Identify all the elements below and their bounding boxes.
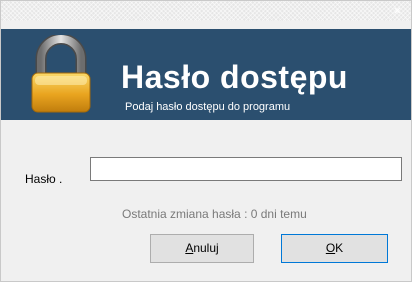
dialog-title: Hasło dostępu [121,59,348,95]
ok-label: K [335,241,344,255]
password-input[interactable] [90,157,402,181]
title-bar[interactable]: × [1,1,411,21]
close-icon[interactable]: × [393,3,401,19]
header-banner: Hasło dostępu Podaj hasło dostępu do pro… [1,29,411,120]
padlock-icon [31,35,91,113]
cancel-button[interactable]: Anuluj [150,234,254,263]
last-change-info: Ostatnia zmiana hasła : 0 dni temu [122,207,307,221]
password-dialog: × Hasło dostępu Podaj hasło dostępu do p… [0,0,412,282]
ok-button[interactable]: OK [281,234,388,263]
password-label: Hasło . [25,172,63,186]
cancel-label: nuluj [193,241,219,255]
dialog-subtitle: Podaj hasło dostępu do programu [125,101,291,113]
ok-mnemonic: O [325,241,336,255]
